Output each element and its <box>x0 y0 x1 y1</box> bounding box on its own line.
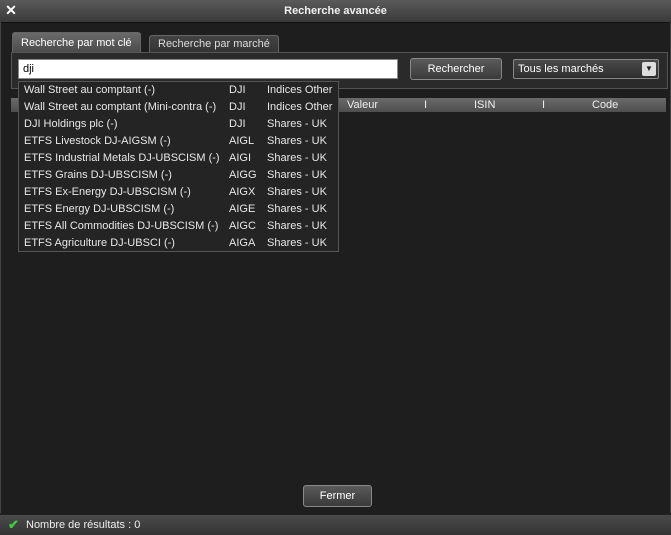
suggestion-type: Shares - UK <box>267 152 327 164</box>
title-bar: ✕ Recherche avancée <box>0 0 671 23</box>
suggestion-type: Shares - UK <box>267 203 327 215</box>
suggestion-name: ETFS Ex-Energy DJ-UBSCISM (-) <box>24 186 191 198</box>
suggestion-code: DJI <box>229 118 246 130</box>
suggestion-item[interactable]: ETFS Livestock DJ-AIGSM (-) AIGL Shares … <box>19 133 338 150</box>
suggestion-type: Shares - UK <box>267 220 327 232</box>
suggestion-item[interactable]: Wall Street au comptant (-) DJI Indices … <box>19 82 338 99</box>
column-separator: I <box>542 99 546 111</box>
column-separator: I <box>424 99 428 111</box>
suggestion-type: Shares - UK <box>267 135 327 147</box>
market-select-value: Tous les marchés <box>518 63 604 75</box>
suggestion-code: AIGI <box>229 152 252 164</box>
suggestion-type: Shares - UK <box>267 186 327 198</box>
suggestion-type: Shares - UK <box>267 237 327 249</box>
suggestion-name: ETFS Agriculture DJ-UBSCI (-) <box>24 237 175 249</box>
suggestion-name: Wall Street au comptant (Mini-contra (-) <box>24 101 217 113</box>
suggestion-type: Shares - UK <box>267 169 327 181</box>
suggestion-code: AIGC <box>229 220 256 232</box>
suggestion-code: AIGX <box>229 186 256 198</box>
suggestion-item[interactable]: ETFS Agriculture DJ-UBSCI (-) AIGA Share… <box>19 235 338 252</box>
suggestion-name: ETFS Grains DJ-UBSCISM (-) <box>24 169 172 181</box>
search-input[interactable] <box>18 59 398 79</box>
column-header-code[interactable]: Code <box>592 98 618 112</box>
check-icon: ✔ <box>8 517 19 532</box>
suggestion-code: AIGE <box>229 203 256 215</box>
suggestion-item[interactable]: DJI Holdings plc (-) DJI Shares - UK <box>19 116 338 133</box>
suggestion-name: ETFS Livestock DJ-AIGSM (-) <box>24 135 171 147</box>
market-select[interactable]: Tous les marchés ▼ <box>513 59 659 79</box>
tab-keyword-search[interactable]: Recherche par mot clé <box>12 32 141 53</box>
search-button[interactable]: Rechercher <box>410 58 502 80</box>
tab-market-search[interactable]: Recherche par marché <box>149 35 279 53</box>
suggestion-item[interactable]: ETFS All Commodities DJ-UBSCISM (-) AIGC… <box>19 218 338 235</box>
suggestion-code: AIGA <box>229 237 256 249</box>
suggestion-item[interactable]: Wall Street au comptant (Mini-contra (-)… <box>19 99 338 116</box>
column-header-valeur[interactable]: Valeur <box>347 98 378 112</box>
suggestion-name: ETFS Industrial Metals DJ-UBSCISM (-) <box>24 152 220 164</box>
suggestion-name: ETFS Energy DJ-UBSCISM (-) <box>24 203 175 215</box>
suggestion-type: Shares - UK <box>267 118 327 130</box>
suggestion-item[interactable]: ETFS Grains DJ-UBSCISM (-) AIGG Shares -… <box>19 167 338 184</box>
suggestion-name: ETFS All Commodities DJ-UBSCISM (-) <box>24 220 219 232</box>
suggestion-type: Indices Other <box>267 84 333 96</box>
suggestion-dropdown: Wall Street au comptant (-) DJI Indices … <box>18 81 339 252</box>
close-button[interactable]: Fermer <box>303 485 372 507</box>
suggestion-code: DJI <box>229 101 246 113</box>
suggestion-item[interactable]: ETFS Ex-Energy DJ-UBSCISM (-) AIGX Share… <box>19 184 338 201</box>
column-header-isin[interactable]: ISIN <box>474 98 495 112</box>
suggestion-code: AIGG <box>229 169 257 181</box>
status-bar: ✔ Nombre de résultats : 0 <box>0 514 671 535</box>
suggestion-name: DJI Holdings plc (-) <box>24 118 118 130</box>
chevron-down-icon[interactable]: ▼ <box>642 62 656 76</box>
suggestion-name: Wall Street au comptant (-) <box>24 84 156 96</box>
suggestion-type: Indices Other <box>267 101 333 113</box>
suggestion-item[interactable]: ETFS Energy DJ-UBSCISM (-) AIGE Shares -… <box>19 201 338 218</box>
suggestion-code: DJI <box>229 84 246 96</box>
result-count: Nombre de résultats : 0 <box>26 519 141 531</box>
window-title: Recherche avancée <box>284 5 387 17</box>
suggestion-code: AIGL <box>229 135 255 147</box>
suggestion-item[interactable]: ETFS Industrial Metals DJ-UBSCISM (-) AI… <box>19 150 338 167</box>
